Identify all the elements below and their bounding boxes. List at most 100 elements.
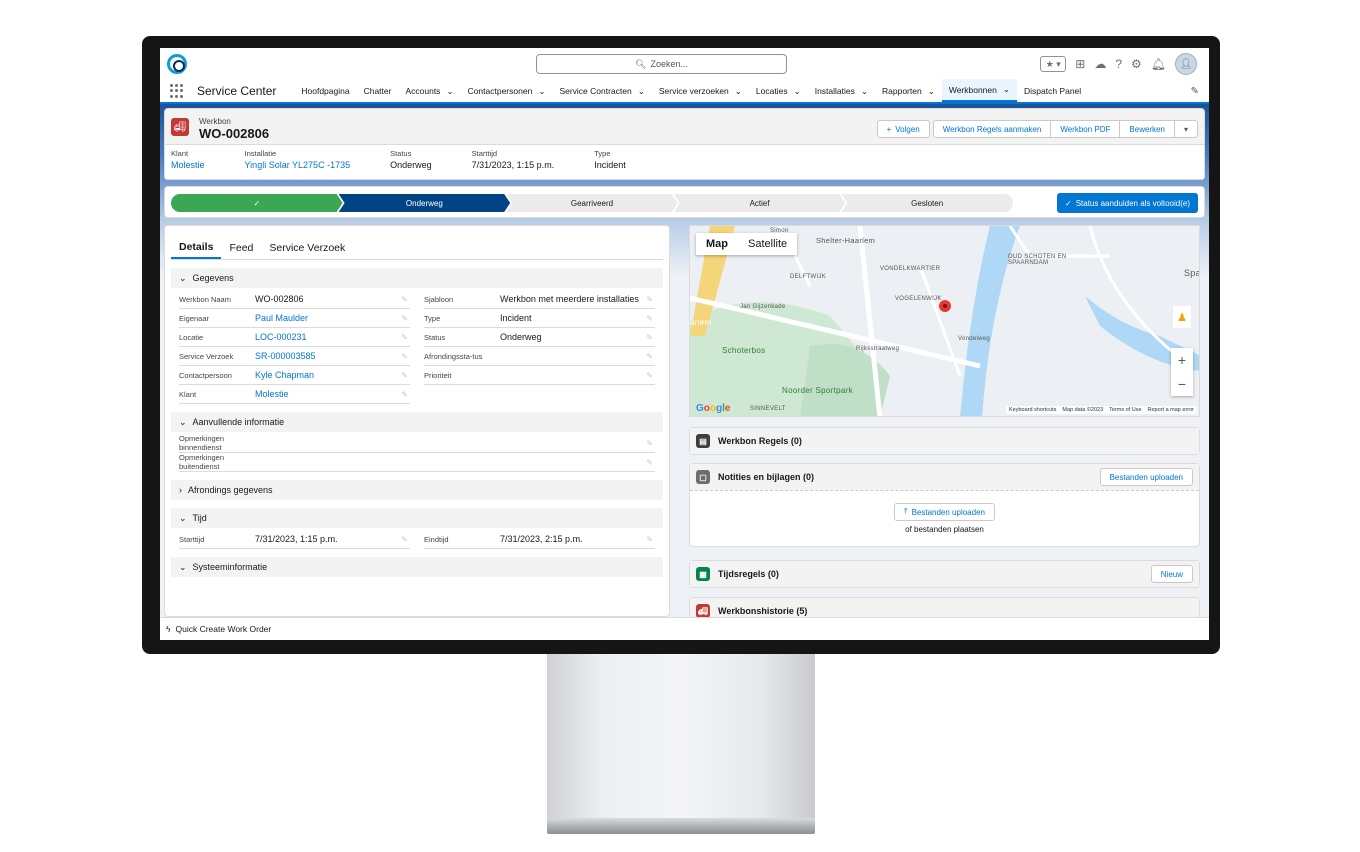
edit-pencil-icon[interactable]: ✎ — [646, 535, 653, 544]
pdf-button[interactable]: Werkbon PDF — [1050, 120, 1121, 138]
help-icon[interactable]: ? — [1115, 57, 1122, 71]
field-value[interactable]: Paul Maulder — [255, 313, 308, 323]
app-launcher-icon[interactable] — [170, 84, 184, 98]
left-field-column: Werkbon Naam WO-002806 ✎ Eigenaar Paul Mauld… — [179, 290, 410, 404]
quick-create-item[interactable]: Quick Create Work Order — [176, 624, 272, 634]
section-aanvullend[interactable]: ⌄ Aanvullende informatie — [171, 412, 663, 432]
edit-pencil-icon[interactable]: ✎ — [646, 333, 653, 342]
setup-gear-icon[interactable]: ⚙ — [1131, 57, 1142, 71]
favorites-icon[interactable]: ★ ▾ — [1040, 56, 1067, 72]
trailhead-icon[interactable]: ☁ — [1094, 57, 1106, 71]
section-tijd[interactable]: ⌄ Tijd — [171, 508, 663, 528]
zoom-out-icon[interactable]: − — [1178, 376, 1186, 392]
highlight-value[interactable]: Molestie — [171, 160, 205, 170]
new-button[interactable]: Nieuw — [1150, 565, 1193, 583]
edit-pencil-icon[interactable]: ✎ — [401, 535, 408, 544]
nav-item[interactable]: Contactpersonen ⌄ — [461, 79, 553, 103]
section-afronding[interactable]: › Afrondings gegevens — [171, 480, 663, 500]
status-path: ✓ Onderweg Gearriveerd Actief Gesloten ✓ Stat… — [164, 186, 1205, 218]
field-row: Prioriteit ✎ — [424, 366, 655, 385]
chevron-down-icon[interactable]: ⌄ — [638, 86, 645, 97]
nav-item[interactable]: Service verzoeken ⌄ — [652, 79, 749, 103]
map-footer-link[interactable]: Map data ©2023 — [1062, 407, 1103, 413]
location-map[interactable]: Map Satellite Simon Shelter-Haarlem DELF… — [689, 225, 1200, 417]
global-actions-icon[interactable]: ⊞ — [1075, 57, 1085, 71]
chevron-down-icon[interactable]: ⌄ — [928, 86, 935, 97]
highlight-value: Incident — [594, 160, 626, 170]
chevron-down-icon[interactable]: ⌄ — [861, 86, 868, 97]
nav-item[interactable]: Rapporten ⌄ — [875, 79, 942, 103]
map-footer-link[interactable]: Keyboard shortcuts — [1009, 407, 1056, 413]
mark-status-complete-button[interactable]: ✓ Status aanduiden als voltooid(e) — [1057, 193, 1198, 213]
edit-pencil-icon[interactable]: ✎ — [646, 371, 653, 380]
chevron-down-icon[interactable]: ⌄ — [1003, 84, 1010, 95]
satellite-tab[interactable]: Satellite — [738, 233, 797, 255]
map-tab[interactable]: Map — [696, 233, 738, 255]
edit-pencil-icon[interactable]: ✎ — [401, 352, 408, 361]
detail-tab[interactable]: Feed — [221, 236, 261, 259]
edit-pencil-icon[interactable]: ✎ — [401, 390, 408, 399]
map-footer-link[interactable]: Terms of Use — [1109, 407, 1141, 413]
chevron-down-icon[interactable]: ⌄ — [446, 86, 453, 97]
action-button-group: Werkbon Regels aanmaken Werkbon PDF Bewe… — [932, 120, 1198, 138]
path-stage[interactable]: Actief — [674, 194, 846, 212]
chevron-down-icon[interactable]: ⌄ — [735, 86, 742, 97]
edit-button[interactable]: Bewerken — [1119, 120, 1175, 138]
card-werkbon-regels: ▤ Werkbon Regels (0) — [689, 427, 1200, 455]
highlight-label: Type — [594, 149, 611, 158]
nav-item[interactable]: Dispatch Panel — [1017, 79, 1088, 103]
edit-pencil-icon[interactable]: ✎ — [401, 371, 408, 380]
nav-item[interactable]: Hoofdpagina — [294, 79, 356, 103]
header-icons: ★ ▾ ⊞ ☁ ? ⚙ 🔔︎ 👤︎ — [1040, 53, 1197, 75]
nav-item[interactable]: Service Contracten ⌄ — [552, 79, 651, 103]
edit-pencil-icon[interactable]: ✎ — [646, 314, 653, 323]
chevron-down-icon: ⌄ — [179, 272, 187, 283]
google-logo: Google — [696, 403, 731, 414]
path-stage[interactable]: Onderweg — [339, 194, 511, 212]
street-view-pegman-icon[interactable]: ♟ — [1173, 306, 1191, 328]
map-footer-link[interactable]: Report a map error — [1148, 407, 1194, 413]
edit-pencil-icon[interactable]: ✎ — [646, 295, 653, 304]
path-stage[interactable]: Gearriveerd — [506, 194, 678, 212]
field-value[interactable]: Kyle Chapman — [255, 370, 314, 380]
highlight-value[interactable]: Yingli Solar YL275C -1735 — [245, 160, 351, 170]
upload-files-button[interactable]: Bestanden uploaden — [1099, 468, 1193, 486]
upload-files-inline-button[interactable]: ⤒ Bestanden uploaden — [894, 503, 995, 521]
chevron-down-icon[interactable]: ⌄ — [794, 86, 801, 97]
edit-pencil-icon[interactable]: ✎ — [646, 439, 653, 448]
nav-item[interactable]: Chatter — [357, 79, 399, 103]
field-value: Onderweg — [500, 332, 542, 342]
edit-pencil-icon[interactable]: ✎ — [401, 333, 408, 342]
org-logo-icon[interactable] — [167, 54, 187, 74]
field-value[interactable]: Molestie — [255, 389, 289, 399]
path-stage[interactable]: ✓ — [171, 194, 343, 212]
global-search-input[interactable]: 🔍︎ Zoeken... — [536, 54, 787, 74]
nav-item[interactable]: Werkbonnen ⌄ — [941, 79, 1017, 103]
edit-pencil-icon[interactable]: ✎ — [401, 314, 408, 323]
edit-pencil-icon[interactable]: ✎ — [646, 352, 653, 361]
create-lines-button[interactable]: Werkbon Regels aanmaken — [932, 120, 1052, 138]
edit-pencil-icon[interactable]: ✎ — [646, 458, 653, 467]
user-avatar[interactable]: 👤︎ — [1175, 53, 1197, 75]
nav-item[interactable]: Installaties ⌄ — [808, 79, 875, 103]
detail-tab[interactable]: Service Verzoek — [261, 236, 353, 259]
field-row: Eindtijd 7/31/2023, 2:15 p.m. ✎ — [424, 530, 655, 549]
chevron-down-icon[interactable]: ⌄ — [538, 86, 545, 97]
file-drop-zone[interactable]: ⤒ Bestanden uploaden of bestanden plaatse… — [690, 490, 1199, 546]
more-actions-chevron-icon[interactable]: ▾ — [1173, 120, 1198, 138]
field-row: Sjabloon Werkbon met meerdere installatie… — [424, 290, 655, 309]
path-stage[interactable]: Gesloten — [841, 194, 1013, 212]
edit-nav-icon[interactable]: ✎ — [1191, 86, 1199, 97]
field-value[interactable]: LOC-000231 — [255, 332, 307, 342]
notifications-bell-icon[interactable]: 🔔︎ — [1151, 57, 1166, 71]
detail-tab[interactable]: Details — [171, 236, 222, 259]
follow-button[interactable]: + Volgen — [876, 120, 930, 138]
edit-pencil-icon[interactable]: ✎ — [401, 295, 408, 304]
file-icon: ▢ — [696, 470, 710, 484]
zoom-in-icon[interactable]: + — [1178, 352, 1186, 368]
nav-item[interactable]: Accounts ⌄ — [398, 79, 460, 103]
field-value[interactable]: SR-000003585 — [255, 351, 316, 361]
section-gegevens[interactable]: ⌄ Gegevens — [171, 268, 663, 288]
nav-item[interactable]: Locaties ⌄ — [749, 79, 808, 103]
section-systeem[interactable]: ⌄ Systeeminformatie — [171, 557, 663, 577]
